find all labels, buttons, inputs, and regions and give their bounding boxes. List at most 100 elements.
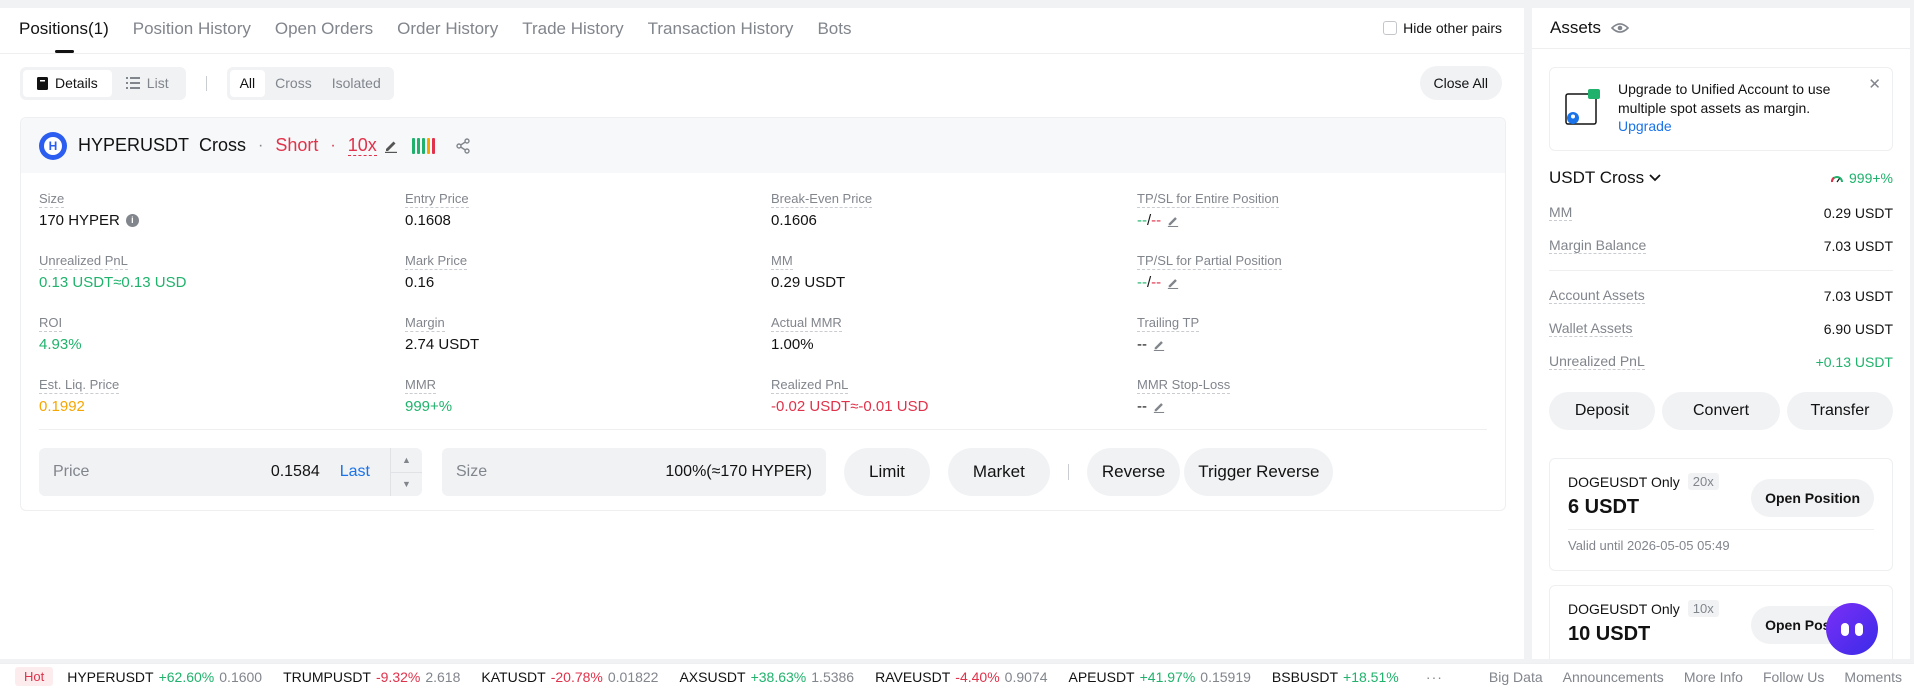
price-value[interactable]: 0.1584 [271,463,320,481]
close-all-button[interactable]: Close All [1419,66,1502,100]
list-icon [125,77,140,89]
ticker-change: -9.32% [375,668,421,685]
price-input[interactable]: Price 0.1584 Last ▲ ▼ [39,448,422,496]
field-entry-price: Entry Price 0.1608 [405,190,771,230]
ticker-item[interactable]: TRUMPUSDT -9.32% 2.618 [283,669,460,685]
positions-tabs: Positions(1) Position History Open Order… [0,8,1524,54]
footer-link-announcements[interactable]: Announcements [1563,669,1664,685]
chevron-down-icon [1649,174,1661,182]
mm-value: 0.29 USDT [771,274,846,291]
hide-other-pairs-label: Hide other pairs [1403,20,1502,36]
tab-order-history[interactable]: Order History [397,8,498,54]
more-icon[interactable]: ··· [1426,669,1443,685]
trigger-reverse-button[interactable]: Trigger Reverse [1184,448,1334,496]
close-icon[interactable]: ✕ [1868,75,1881,93]
footer-link-big-data[interactable]: Big Data [1489,669,1543,685]
ticker-change: +41.97% [1139,668,1196,685]
asset-row-label: Margin Balance [1549,237,1647,254]
ticker-item[interactable]: RAVEUSDT -4.40% 0.9074 [875,669,1047,685]
convert-button[interactable]: Convert [1662,392,1780,430]
field-break-even: Break-Even Price 0.1606 [771,190,1137,230]
usdt-cross-row: USDT Cross 999+% [1549,168,1893,188]
market-button[interactable]: Market [947,448,1050,496]
mmr-label: MMR [405,377,437,394]
asset-row-value: 6.90 USDT [1823,320,1893,337]
filter-isolated[interactable]: Isolated [322,70,391,97]
size-value[interactable]: 100%(≈170 HYPER) [665,463,812,481]
ticker-symbol: BSBUSDT [1271,668,1339,685]
field-est-liq-price: Est. Liq. Price 0.1992 [39,376,405,416]
eye-icon[interactable] [1611,22,1630,34]
asset-row: Unrealized PnL +0.13 USDT [1549,345,1893,378]
tab-trade-history[interactable]: Trade History [522,8,623,54]
last-price-button[interactable]: Last [340,463,370,481]
open-position-button[interactable]: Open Position [1751,479,1874,517]
toolbar-divider [205,75,207,91]
share-icon[interactable] [455,137,471,154]
deposit-button[interactable]: Deposit [1549,392,1655,430]
ticker-item[interactable]: HYPERUSDT +62.60% 0.1600 [67,669,262,685]
assets-section-divider [1549,270,1893,271]
hide-other-pairs-toggle[interactable]: Hide other pairs [1383,20,1502,36]
position-side: Short [275,135,319,155]
positions-toolbar: Details List All Cross Isolated Close Al… [0,54,1524,112]
edit-tpsl-icon[interactable] [1167,215,1179,227]
risk-level-icon [411,137,435,154]
position-leverage[interactable]: 10x [347,135,377,156]
ticker-price: 0.15919 [1200,668,1251,685]
edit-mmr-stop-loss-icon[interactable] [1153,401,1165,413]
reverse-button[interactable]: Reverse [1086,448,1181,496]
asset-actions: Deposit Convert Transfer [1549,392,1893,430]
footer-link-more-info[interactable]: More Info [1684,669,1743,685]
app-root: Positions(1) Position History Open Order… [0,0,1914,689]
bonus-divider [1568,529,1874,530]
footer-link-follow-us[interactable]: Follow Us [1763,669,1824,685]
hot-badge: Hot [15,667,54,686]
transfer-button[interactable]: Transfer [1787,392,1893,430]
limit-button[interactable]: Limit [844,448,930,496]
size-input[interactable]: Size 100%(≈170 HYPER) [442,448,826,496]
upgrade-banner: Upgrade to Unified Account to use multip… [1549,67,1893,151]
field-actual-mmr: Actual MMR 1.00% [771,314,1137,354]
card-divider [39,429,1487,430]
ticker-symbol: HYPERUSDT [67,668,154,685]
filter-all[interactable]: All [229,69,266,97]
tab-position-history[interactable]: Position History [133,8,251,54]
edit-trailing-tp-icon[interactable] [1153,339,1165,351]
footer-link-moments[interactable]: Moments [1844,669,1902,685]
tab-transaction-history[interactable]: Transaction History [648,8,794,54]
price-down-icon[interactable]: ▼ [391,473,422,497]
asset-row-label: Account Assets [1549,287,1645,304]
edit-tpsl-icon[interactable] [1167,277,1179,289]
tab-positions[interactable]: Positions(1) [19,8,109,54]
entry-price-value: 0.1608 [405,212,451,229]
details-view-button[interactable]: Details [23,69,112,97]
filter-cross[interactable]: Cross [265,70,322,97]
ticker-symbol: RAVEUSDT [875,668,951,685]
ticker-price: 0.01822 [607,668,659,685]
chat-assistant-icon[interactable] [1826,603,1878,655]
tab-open-orders[interactable]: Open Orders [275,8,373,54]
assets-title: Assets [1550,18,1602,37]
separator-dot: · [258,136,264,154]
account-selector[interactable]: USDT Cross [1549,168,1830,188]
asset-row: MM 0.29 USDT [1549,196,1893,229]
info-icon[interactable]: i [125,214,139,227]
list-view-button[interactable]: List [112,70,183,97]
upgrade-link[interactable]: Upgrade [1618,118,1852,134]
ticker-item[interactable]: APEUSDT +41.97% 0.15919 [1068,669,1250,685]
ticker-item[interactable]: KATUSDT -20.78% 0.01822 [481,669,658,685]
ticker-item[interactable]: AXSUSDT +38.63% 1.5386 [679,669,854,685]
tab-bots[interactable]: Bots [817,8,851,54]
mm-label: MM [771,253,793,270]
ticker-item[interactable]: BSBUSDT +18.51% [1272,669,1404,685]
hide-other-pairs-checkbox[interactable] [1383,21,1398,35]
price-up-icon[interactable]: ▲ [391,448,422,473]
edit-leverage-icon[interactable] [384,139,398,153]
mmr-stop-loss-value: -- [1137,398,1147,415]
break-even-value: 0.1606 [771,212,817,229]
margin-ratio: 999+% [1830,170,1893,186]
position-symbol[interactable]: HYPERUSDT [78,135,189,156]
market-ticker: Hot HYPERUSDT +62.60% 0.1600 TRUMPUSDT -9.3… [0,663,1914,689]
field-mm: MM 0.29 USDT [771,252,1137,292]
